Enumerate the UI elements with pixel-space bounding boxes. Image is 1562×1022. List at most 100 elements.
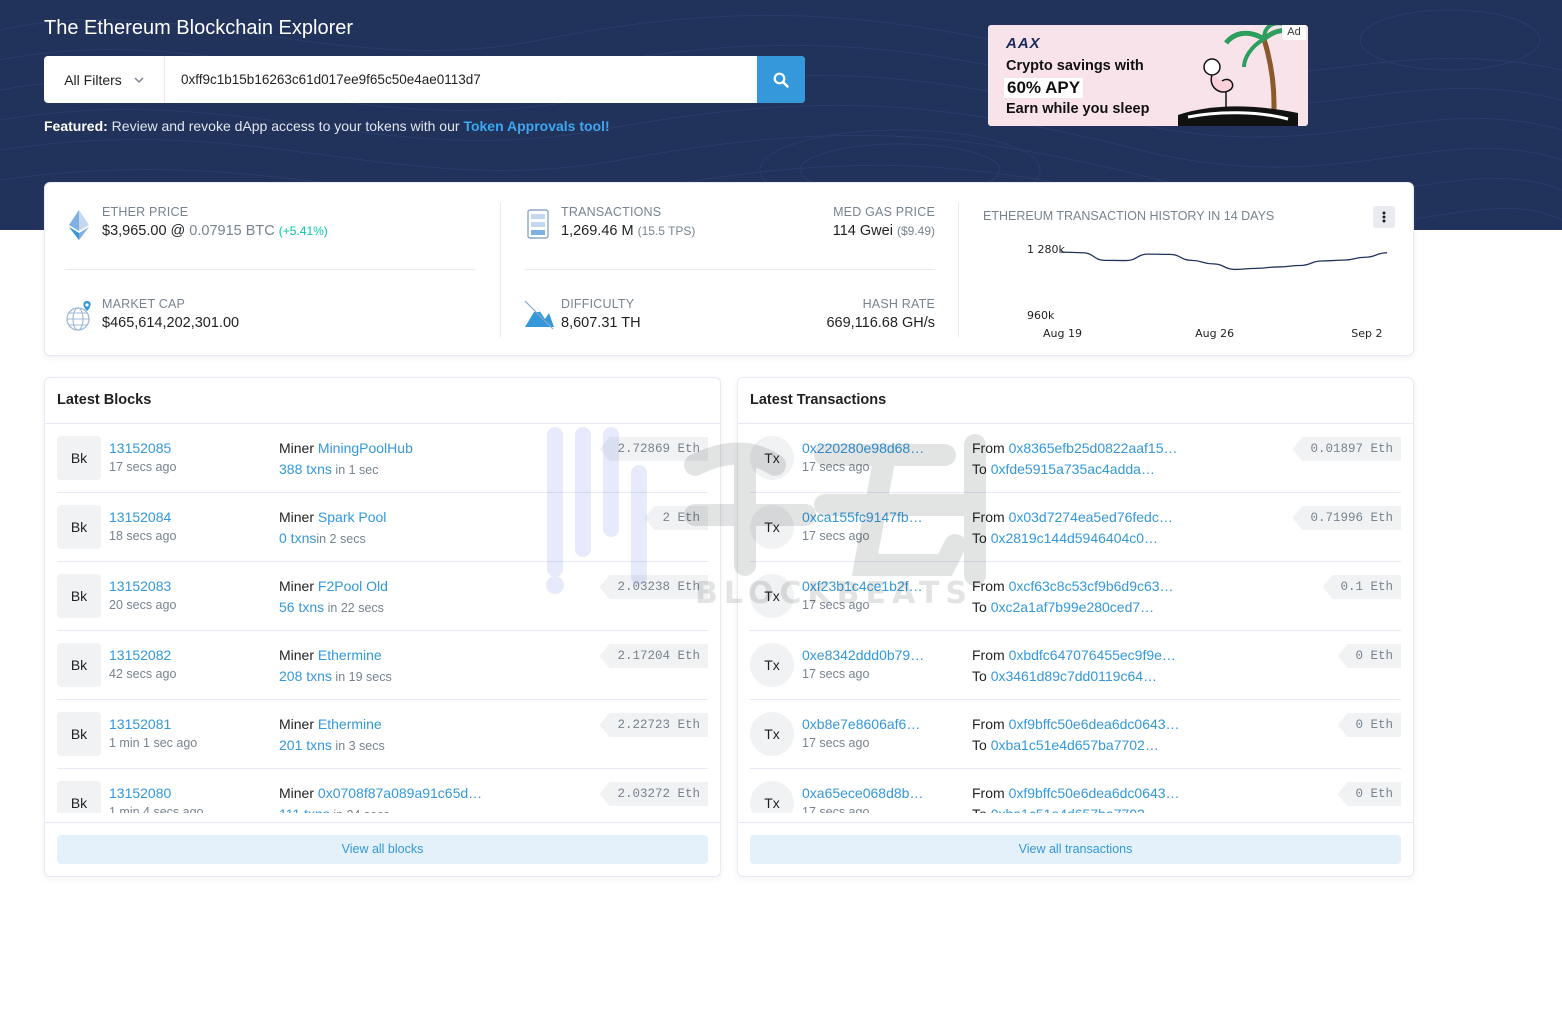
- transaction-value-badge: 0.01897 Eth: [1292, 437, 1401, 461]
- filter-dropdown[interactable]: All Filters: [44, 56, 165, 103]
- block-miner-info: Miner Spark Pool 0 txnsin 2 secs: [279, 507, 386, 550]
- transaction-icon: Tx: [750, 436, 794, 480]
- token-approvals-link[interactable]: Token Approvals tool!: [463, 118, 609, 134]
- from-address-link[interactable]: 0xcf63c8c53cf9b6d9c63…: [1009, 578, 1174, 594]
- txns-line: 56 txns in 22 secs: [279, 597, 388, 619]
- miner-link[interactable]: F2Pool Old: [318, 578, 388, 594]
- block-number-link[interactable]: 13152082: [109, 647, 171, 663]
- block-txns-time: in 2 secs: [316, 532, 366, 546]
- block-icon: Bk: [57, 781, 101, 813]
- ad-banner[interactable]: Ad AAX Crypto savings with 60% APY Earn …: [988, 25, 1308, 126]
- transactions-value: 1,269.46 M: [561, 223, 634, 239]
- view-all-blocks-button[interactable]: View all blocks: [57, 835, 708, 864]
- from-label: From: [972, 440, 1009, 456]
- block-txns-link[interactable]: 0 txns: [279, 530, 316, 546]
- from-address-link[interactable]: 0xf9bffc50e6dea6dc0643…: [1009, 716, 1180, 732]
- to-address-link[interactable]: 0xfde5915a735ac4adda…: [991, 461, 1155, 477]
- transaction-parties: From 0xf9bffc50e6dea6dc0643…To 0xba1c51e…: [972, 783, 1180, 813]
- to-label: To: [972, 461, 991, 477]
- transaction-info: 0xb8e7e8606af6… 17 secs ago: [802, 716, 920, 750]
- ad-line-3: Earn while you sleep: [1006, 101, 1150, 117]
- transaction-age: 17 secs ago: [802, 736, 870, 750]
- block-miner-info: Miner MiningPoolHub 388 txns in 1 sec: [279, 438, 413, 481]
- block-txns-time: in 19 secs: [331, 670, 392, 684]
- block-row: Bk 13152085 17 secs ago Miner MiningPoolHub…: [57, 424, 708, 493]
- block-number-link[interactable]: 13152083: [109, 578, 171, 594]
- transaction-info: 0xca155fc9147fb… 17 secs ago: [802, 509, 923, 543]
- transaction-hash-link[interactable]: 0xb8e7e8606af6…: [802, 716, 920, 732]
- to-address-link[interactable]: 0x3461d89c7dd0119c64…: [991, 668, 1157, 684]
- transaction-icon: Tx: [750, 781, 794, 813]
- transaction-age: 17 secs ago: [802, 805, 870, 813]
- to-label: To: [972, 668, 991, 684]
- miner-link[interactable]: Ethermine: [318, 647, 382, 663]
- miner-link[interactable]: 0x0708f87a089a91c65d…: [318, 785, 482, 801]
- transaction-value-badge: 0 Eth: [1337, 782, 1401, 806]
- ad-line-2: 60% APY: [1004, 78, 1084, 98]
- ether-price-at: @: [166, 223, 190, 239]
- ether-price-value-line: $3,965.00 @ 0.07915 BTC (+5.41%): [102, 223, 328, 239]
- block-number-link[interactable]: 13152081: [109, 716, 171, 732]
- latest-transactions-card: Latest Transactions Tx 0x220280e98d68… 17 …: [737, 377, 1414, 877]
- block-miner-info: Miner Ethermine 208 txns in 19 secs: [279, 645, 392, 688]
- block-info: 13152082 42 secs ago: [109, 647, 176, 681]
- transaction-age: 17 secs ago: [802, 667, 870, 681]
- miner-link[interactable]: Spark Pool: [318, 509, 386, 525]
- from-line: From 0xcf63c8c53cf9b6d9c63…: [972, 576, 1174, 597]
- to-address-link[interactable]: 0xba1c51e4d657ba7702…: [991, 806, 1159, 813]
- block-number-link[interactable]: 13152084: [109, 509, 171, 525]
- latest-blocks-list[interactable]: Bk 13152085 17 secs ago Miner MiningPoolHub…: [45, 424, 720, 813]
- gas-price-stat: MED GAS PRICE 114 Gwei ($9.49): [833, 205, 935, 239]
- transaction-hash-link[interactable]: 0xf23b1c4ce1b2f…: [802, 578, 923, 594]
- transaction-info: 0xf23b1c4ce1b2f… 17 secs ago: [802, 578, 923, 612]
- x-tick-label: Aug 19: [1043, 327, 1082, 339]
- transaction-hash-link[interactable]: 0xa65ece068d8b…: [802, 785, 923, 801]
- block-txns-link[interactable]: 201 txns: [279, 737, 332, 753]
- ether-price-value: $3,965.00: [102, 223, 167, 239]
- to-address-link[interactable]: 0xc2a1af7b99e280ced7…: [991, 599, 1154, 615]
- block-miner-info: Miner Ethermine 201 txns in 3 secs: [279, 714, 385, 757]
- tps-value: (15.5 TPS): [637, 224, 696, 238]
- block-txns-link[interactable]: 208 txns: [279, 668, 332, 684]
- from-line: From 0x8365efb25d0822aaf15…: [972, 438, 1178, 459]
- block-txns-link[interactable]: 388 txns: [279, 461, 332, 477]
- from-address-link[interactable]: 0x03d7274ea5ed76fedc…: [1009, 509, 1173, 525]
- chart-menu-button[interactable]: [1373, 206, 1395, 228]
- block-info: 13152084 18 secs ago: [109, 509, 176, 543]
- search-input[interactable]: [165, 56, 757, 103]
- block-icon: Bk: [57, 643, 101, 687]
- x-tick-label: Sep 2: [1351, 327, 1382, 339]
- from-address-link[interactable]: 0xf9bffc50e6dea6dc0643…: [1009, 785, 1180, 801]
- block-txns-link[interactable]: 111 txns: [279, 806, 330, 813]
- from-address-link[interactable]: 0xbdfc647076455ec9f9e…: [1009, 647, 1176, 663]
- to-label: To: [972, 530, 991, 546]
- transaction-hash-link[interactable]: 0xe8342ddd0b79…: [802, 647, 924, 663]
- gas-price-label: MED GAS PRICE: [833, 205, 935, 219]
- view-all-transactions-button[interactable]: View all transactions: [750, 835, 1401, 864]
- latest-transactions-title: Latest Transactions: [738, 378, 1413, 424]
- difficulty-stat: DIFFICULTY 8,607.31 TH: [561, 297, 641, 331]
- to-address-link[interactable]: 0x2819c144d5946404c0…: [991, 530, 1158, 546]
- transaction-hash-link[interactable]: 0x220280e98d68…: [802, 440, 924, 456]
- transaction-value-badge: 0.71996 Eth: [1292, 506, 1401, 530]
- block-info: 13152081 1 min 1 sec ago: [109, 716, 197, 750]
- transaction-age: 17 secs ago: [802, 529, 870, 543]
- to-address-link[interactable]: 0xba1c51e4d657ba7702…: [991, 737, 1159, 753]
- divider: [738, 822, 1413, 823]
- transaction-info: 0xe8342ddd0b79… 17 secs ago: [802, 647, 924, 681]
- search-button[interactable]: [757, 56, 805, 103]
- latest-transactions-list[interactable]: Tx 0x220280e98d68… 17 secs ago From 0x8365e…: [738, 424, 1413, 813]
- from-label: From: [972, 509, 1009, 525]
- miner-link[interactable]: MiningPoolHub: [318, 440, 413, 456]
- from-label: From: [972, 716, 1009, 732]
- miner-link[interactable]: Ethermine: [318, 716, 382, 732]
- block-number-link[interactable]: 13152085: [109, 440, 171, 456]
- block-icon: Bk: [57, 712, 101, 756]
- block-number-link[interactable]: 13152080: [109, 785, 171, 801]
- latest-blocks-card: Latest Blocks Bk 13152085 17 secs ago Miner…: [44, 377, 721, 877]
- block-age: 1 min 4 secs ago: [109, 805, 204, 813]
- market-cap-label: MARKET CAP: [102, 297, 186, 311]
- from-address-link[interactable]: 0x8365efb25d0822aaf15…: [1009, 440, 1178, 456]
- transaction-hash-link[interactable]: 0xca155fc9147fb…: [802, 509, 923, 525]
- block-txns-link[interactable]: 56 txns: [279, 599, 324, 615]
